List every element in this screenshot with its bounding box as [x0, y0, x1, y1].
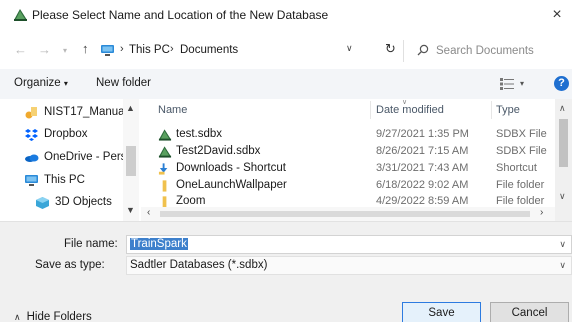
back-button[interactable]: ←	[14, 42, 27, 57]
dropbox-icon	[25, 129, 38, 141]
forward-button[interactable]: →	[38, 42, 51, 57]
address-history-dropdown[interactable]: ∨	[346, 43, 353, 54]
file-date: 4/29/2022 8:59 AM	[376, 195, 469, 207]
scroll-left-arrow-icon[interactable]: ‹	[147, 207, 150, 218]
save-options-panel: File name: TrainSpark ∨ Save as type: Sa…	[0, 221, 572, 322]
breadcrumb-separator: ›	[120, 43, 124, 55]
cancel-button[interactable]: Cancel	[490, 302, 569, 322]
up-button[interactable]: ↑	[82, 41, 89, 56]
breadcrumb-separator: ›	[170, 43, 174, 55]
file-list: Name ∨ Date modified Type test.sdbx 9/27…	[141, 99, 572, 221]
file-name-value: TrainSpark	[130, 238, 188, 250]
sidebar-item-label: NIST17_Manual	[44, 106, 128, 118]
file-date: 6/18/2022 9:02 AM	[376, 179, 469, 191]
column-divider[interactable]	[370, 101, 371, 119]
file-name: Zoom	[176, 195, 206, 207]
search-placeholder: Search Documents	[436, 45, 534, 57]
file-name-value-wrap: TrainSpark	[130, 238, 188, 250]
scroll-down-arrow-icon[interactable]: ▼	[126, 205, 135, 215]
column-header-name[interactable]: Name	[158, 104, 187, 126]
view-options-icon[interactable]	[500, 78, 514, 90]
column-divider[interactable]	[491, 101, 492, 119]
scrollbar-thumb[interactable]	[126, 146, 136, 176]
search-icon	[417, 44, 429, 56]
file-name: OneLaunchWallpaper	[176, 179, 287, 191]
column-header-type[interactable]: Type	[496, 104, 520, 126]
search-box[interactable]: Search Documents	[403, 40, 566, 62]
new-folder-button[interactable]: New folder	[96, 77, 151, 89]
sidebar-item-label: This PC	[44, 174, 85, 186]
navigation-pane: NIST17_Manual Dropbox OneDrive - Person …	[0, 99, 141, 221]
scroll-up-arrow-icon[interactable]: ∧	[559, 103, 566, 114]
save-as-type-dropdown-icon[interactable]: ∨	[559, 260, 566, 271]
save-as-type-select[interactable]: Sadtler Databases (*.sdbx) ∨	[126, 256, 572, 275]
folder-icon	[162, 180, 167, 192]
this-pc-icon	[25, 175, 38, 186]
manual-icon	[25, 107, 37, 119]
view-dropdown-icon[interactable]: ▾	[520, 79, 524, 88]
file-name-field[interactable]: TrainSpark ∨	[126, 235, 572, 254]
file-type: File folder	[496, 195, 545, 207]
file-date: 8/26/2021 7:15 AM	[376, 145, 469, 157]
organize-menu[interactable]: Organize ▾	[14, 77, 68, 89]
file-list-horizontal-scrollbar[interactable]: ‹ ›	[141, 207, 555, 221]
address-row: ← → ▾ ↑ › This PC › Documents ∨ ↻ Search…	[0, 36, 572, 66]
organize-label: Organize	[14, 77, 61, 89]
table-row[interactable]: Test2David.sdbx 8/26/2021 7:15 AM SDBX F…	[141, 143, 572, 160]
table-row[interactable]: OneLaunchWallpaper 6/18/2022 9:02 AM Fil…	[141, 177, 572, 194]
scrollbar-thumb[interactable]	[559, 119, 568, 167]
sdbx-file-icon	[158, 146, 172, 158]
save-as-type-value: Sadtler Databases (*.sdbx)	[130, 259, 268, 271]
help-icon[interactable]: ?	[554, 76, 569, 91]
sidebar-item-label: 3D Objects	[55, 196, 112, 208]
organize-caret-icon: ▾	[63, 79, 68, 88]
command-bar: Organize ▾ New folder ▾ ?	[0, 69, 572, 99]
onedrive-cloud-icon	[25, 154, 39, 162]
scroll-down-arrow-icon[interactable]: ∨	[559, 191, 566, 202]
table-row[interactable]: Downloads - Shortcut 3/31/2021 7:43 AM S…	[141, 160, 572, 177]
file-name: test.sdbx	[176, 128, 223, 140]
breadcrumb-this-pc[interactable]: This PC	[129, 44, 170, 56]
file-type: SDBX File	[496, 128, 547, 140]
navigation-pane-scrollbar[interactable]: ▲ ▼	[123, 99, 139, 221]
address-bar[interactable]: › This PC › Documents	[100, 40, 368, 62]
sort-indicator-icon: ∨	[402, 99, 408, 106]
save-as-type-label: Save as type:	[35, 259, 105, 271]
file-type: SDBX File	[496, 145, 547, 157]
file-name-dropdown-icon[interactable]: ∨	[559, 239, 566, 250]
column-header-label: Date modified	[376, 104, 444, 116]
shortcut-icon	[158, 163, 168, 175]
breadcrumb-documents[interactable]: Documents	[180, 44, 238, 56]
database-app-icon	[14, 9, 27, 21]
file-type: Shortcut	[496, 162, 537, 174]
scroll-up-arrow-icon[interactable]: ▲	[126, 103, 135, 113]
recent-locations-dropdown[interactable]: ▾	[63, 46, 67, 55]
refresh-button[interactable]: ↻	[385, 41, 396, 57]
file-name: Downloads - Shortcut	[176, 162, 286, 174]
hide-folders-button[interactable]: ∧ Hide Folders	[14, 311, 92, 322]
scroll-right-arrow-icon[interactable]: ›	[540, 207, 543, 218]
file-type: File folder	[496, 179, 545, 191]
3d-objects-icon	[36, 197, 49, 209]
column-header-date-modified[interactable]: ∨ Date modified	[376, 99, 444, 126]
sdbx-file-icon	[158, 129, 172, 141]
save-button[interactable]: Save	[402, 302, 481, 322]
this-pc-icon	[101, 45, 114, 56]
file-date: 3/31/2021 7:43 AM	[376, 162, 469, 174]
scrollbar-thumb[interactable]	[160, 211, 530, 217]
close-button[interactable]: ×	[548, 6, 566, 24]
file-date: 9/27/2021 1:35 PM	[376, 128, 469, 140]
window-title: Please Select Name and Location of the N…	[32, 8, 329, 22]
file-list-vertical-scrollbar[interactable]: ∧ ∨	[555, 99, 572, 221]
chevron-up-icon: ∧	[14, 312, 21, 322]
file-name-label: File name:	[64, 238, 118, 250]
title-bar: Please Select Name and Location of the N…	[0, 0, 572, 30]
file-name: Test2David.sdbx	[176, 145, 261, 157]
table-row[interactable]: test.sdbx 9/27/2021 1:35 PM SDBX File	[141, 126, 572, 143]
sidebar-item-label: Dropbox	[44, 128, 88, 140]
hide-folders-label: Hide Folders	[26, 311, 92, 322]
